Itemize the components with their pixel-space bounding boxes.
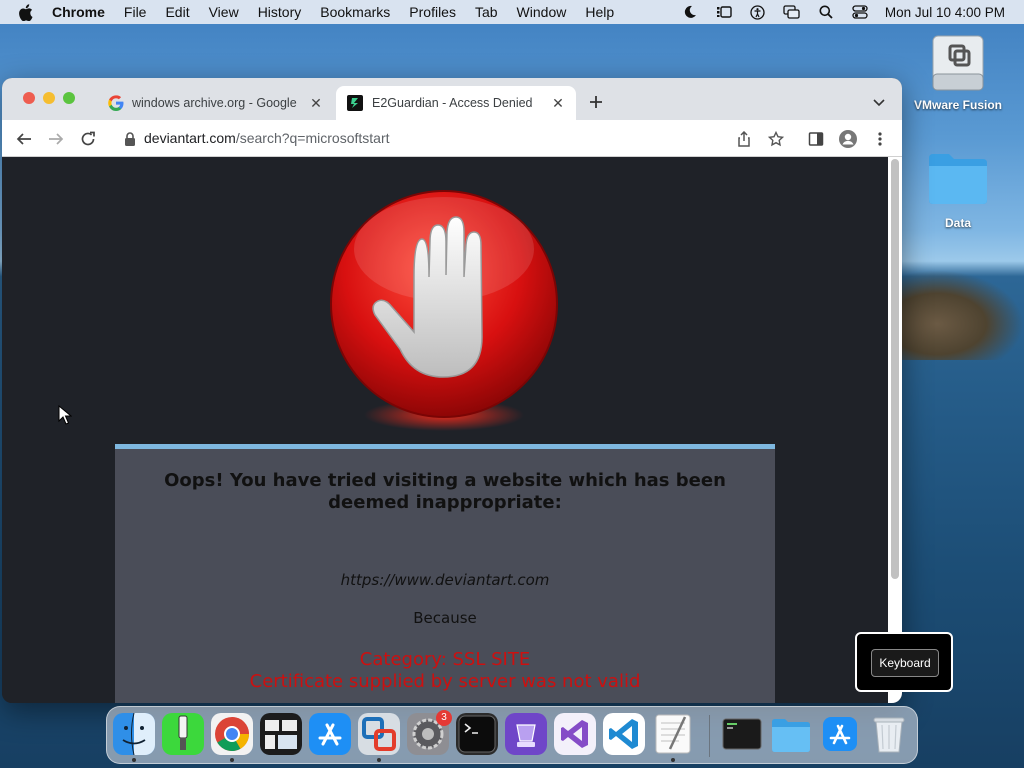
dock-vmware-fusion-icon[interactable] — [358, 713, 400, 755]
block-category: Category: SSL SITE — [359, 649, 531, 670]
blocked-url: https://www.deviantart.com — [340, 571, 550, 589]
reload-button[interactable] — [78, 129, 98, 149]
keyboard-button[interactable]: Keyboard — [871, 649, 939, 677]
menu-edit[interactable]: Edit — [165, 4, 189, 20]
dock-app-store-icon[interactable] — [309, 713, 351, 755]
because-label: Because — [413, 609, 477, 627]
dock-console-icon[interactable] — [721, 713, 763, 755]
vmware-drive-icon — [930, 34, 986, 94]
forward-button[interactable] — [46, 129, 66, 149]
share-icon[interactable] — [734, 129, 754, 149]
dock-app-store-downloads-icon[interactable] — [819, 713, 861, 755]
more-menu-icon[interactable] — [870, 129, 890, 149]
tab-title: E2Guardian - Access Denied — [372, 96, 533, 110]
block-message-panel: Oops! You have tried visiting a website … — [115, 444, 775, 703]
menu-view[interactable]: View — [209, 4, 239, 20]
lock-icon[interactable] — [120, 129, 140, 149]
e2guardian-icon — [347, 95, 363, 111]
dock-terminal-icon[interactable] — [456, 713, 498, 755]
tab-windows-archive[interactable]: windows archive.org - Google ✕ — [98, 86, 334, 120]
dock-separator — [709, 715, 710, 757]
menu-clock[interactable]: Mon Jul 10 4:00 PM — [885, 5, 1005, 20]
close-window-button[interactable] — [23, 92, 35, 104]
scrollbar-thumb[interactable] — [891, 159, 899, 579]
dock-textedit-icon[interactable] — [652, 713, 694, 755]
coastline-rocks — [900, 270, 1024, 360]
dock-vscode-icon[interactable] — [603, 713, 645, 755]
dock-instruments-icon[interactable] — [505, 713, 547, 755]
menu-window[interactable]: Window — [517, 4, 567, 20]
stop-hand-icon — [328, 187, 560, 437]
menu-help[interactable]: Help — [585, 4, 614, 20]
running-indicator — [377, 758, 381, 762]
browser-window: windows archive.org - Google ✕ E2Guardia… — [2, 78, 902, 703]
menu-profiles[interactable]: Profiles — [409, 4, 456, 20]
mouse-cursor-icon — [58, 404, 73, 425]
close-tab-icon[interactable]: ✕ — [550, 95, 566, 111]
google-icon — [108, 95, 124, 111]
minimize-window-button[interactable] — [43, 92, 55, 104]
running-indicator — [671, 758, 675, 762]
menu-bookmarks[interactable]: Bookmarks — [320, 4, 390, 20]
zoom-window-button[interactable] — [63, 92, 75, 104]
tab-e2guardian[interactable]: E2Guardian - Access Denied ✕ — [336, 86, 576, 120]
url-path: /search?q=microsoftstart — [235, 130, 390, 146]
running-indicator — [230, 758, 234, 762]
desktop-icon-data[interactable]: Data — [908, 150, 1008, 230]
tab-search-chevron-down-icon[interactable] — [872, 95, 888, 111]
back-button[interactable] — [14, 129, 34, 149]
dock-mission-control-icon[interactable] — [260, 713, 302, 755]
apple-menu-icon[interactable] — [18, 0, 36, 24]
menu-tab[interactable]: Tab — [475, 4, 498, 20]
page-content: Oops! You have tried visiting a website … — [2, 157, 888, 703]
side-panel-icon[interactable] — [806, 129, 826, 149]
address-bar[interactable]: deviantart.com/search?q=microsoftstart — [144, 130, 390, 146]
desktop-icon-label: VMware Fusion — [913, 98, 1002, 112]
stage-manager-icon[interactable] — [715, 4, 733, 20]
block-reason: Certificate supplied by server was not v… — [249, 671, 641, 692]
keyboard-popup: Keyboard — [855, 632, 953, 692]
block-headline: Oops! You have tried visiting a website … — [164, 470, 726, 513]
desktop-icon-label: Data — [944, 216, 971, 230]
bookmark-star-icon[interactable] — [766, 129, 786, 149]
desktop-icon-vmware-fusion[interactable]: VMware Fusion — [908, 34, 1008, 112]
close-tab-icon[interactable]: ✕ — [308, 95, 324, 111]
tab-strip: windows archive.org - Google ✕ E2Guardia… — [2, 78, 902, 120]
dock-script-editor-icon[interactable] — [162, 713, 204, 755]
profile-avatar-icon[interactable] — [838, 129, 858, 149]
new-tab-button[interactable] — [587, 93, 607, 113]
search-icon[interactable] — [817, 4, 835, 20]
menu-file[interactable]: File — [124, 4, 147, 20]
moon-icon[interactable] — [681, 4, 699, 20]
browser-toolbar: deviantart.com/search?q=microsoftstart — [2, 120, 902, 157]
url-host: deviantart.com — [144, 130, 236, 146]
dock-finder-icon[interactable] — [113, 713, 155, 755]
notification-badge: 3 — [436, 710, 452, 726]
dock: 3 — [106, 706, 918, 764]
menu-bar: Chrome File Edit View History Bookmarks … — [0, 0, 1024, 24]
page-scrollbar[interactable] — [888, 157, 902, 703]
menu-history[interactable]: History — [258, 4, 302, 20]
dock-chrome-icon[interactable] — [211, 713, 253, 755]
control-center-icon[interactable] — [851, 4, 869, 20]
dock-trash-icon[interactable] — [868, 713, 910, 755]
screen-mirroring-icon[interactable] — [783, 4, 801, 20]
dock-folder-icon[interactable] — [770, 713, 812, 755]
running-indicator — [132, 758, 136, 762]
tab-title: windows archive.org - Google — [132, 96, 297, 110]
menu-app-name[interactable]: Chrome — [52, 4, 105, 20]
dock-visual-studio-icon[interactable] — [554, 713, 596, 755]
accessibility-icon[interactable] — [749, 4, 767, 20]
folder-icon — [927, 150, 989, 206]
